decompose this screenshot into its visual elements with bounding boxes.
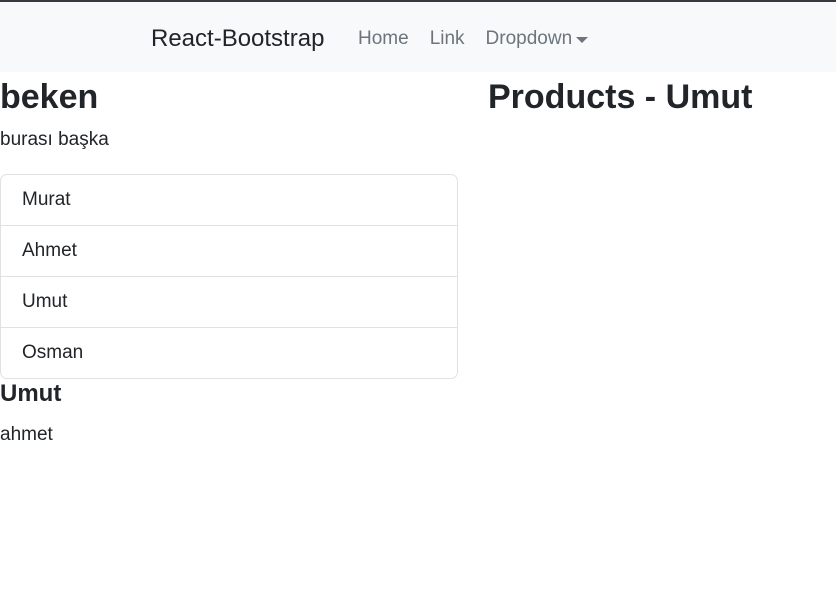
selected-heading: Umut: [0, 380, 62, 407]
products-heading: Products - Umut: [488, 78, 753, 116]
navbar: React-Bootstrap Home Link Dropdown: [0, 2, 836, 72]
list-item-umut[interactable]: Umut: [1, 276, 457, 327]
user-list: Murat Ahmet Umut Osman: [0, 174, 458, 379]
navbar-brand[interactable]: React-Bootstrap: [151, 24, 324, 54]
list-item-osman[interactable]: Osman: [1, 327, 457, 378]
nav-dropdown-toggle[interactable]: Dropdown: [486, 26, 589, 52]
list-item-ahmet[interactable]: Ahmet: [1, 225, 457, 276]
nav-link-link[interactable]: Link: [430, 26, 465, 52]
page-heading: beken: [0, 78, 99, 116]
nav-dropdown-label: Dropdown: [485, 28, 573, 49]
selected-text: ahmet: [0, 424, 53, 445]
nav-links: Home Link Dropdown: [358, 26, 589, 52]
list-item-murat[interactable]: Murat: [1, 175, 457, 225]
subtitle-text: burası başka: [0, 129, 109, 150]
caret-down-icon: [576, 37, 589, 43]
nav-link-home[interactable]: Home: [358, 26, 409, 52]
